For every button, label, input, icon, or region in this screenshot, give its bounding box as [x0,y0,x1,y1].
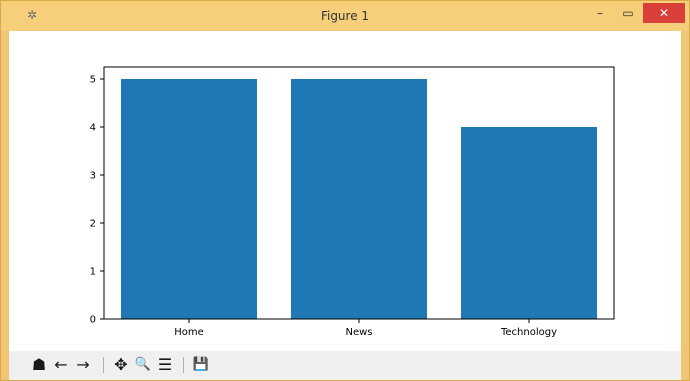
x-tick-label: Home [174,327,204,338]
y-tick-label: 5 [90,75,96,86]
figure-window: ✲ Figure 1 – ▭ ✕ Home News Technology 0 1 2 3 4… [0,0,690,381]
bar-technology [461,127,597,319]
y-tick-label: 3 [90,171,96,182]
zoom-icon[interactable]: 🔍 [133,355,153,375]
toolbar-separator [103,357,104,373]
x-tick-label: News [345,327,372,338]
minimize-button[interactable]: – [587,3,613,23]
maximize-button[interactable]: ▭ [615,3,641,23]
close-button[interactable]: ✕ [643,3,685,23]
bar-chart: Home News Technology 0 1 2 3 4 5 [90,66,615,338]
y-tick-label: 4 [90,123,96,134]
y-tick-label: 1 [90,267,96,278]
figure-canvas: Home News Technology 0 1 2 3 4 5 [9,31,681,351]
y-tick-label: 2 [90,219,96,230]
forward-arrow-icon[interactable]: → [73,355,93,375]
pan-icon[interactable]: ✥ [111,355,131,375]
save-icon[interactable]: 💾 [191,355,211,375]
x-tick-label: Technology [500,327,557,338]
navigation-toolbar: ☗ ← → ✥ 🔍 ☰ 💾 [9,351,681,380]
y-tick-label: 0 [90,315,96,326]
back-arrow-icon[interactable]: ← [51,355,71,375]
home-icon[interactable]: ☗ [29,355,49,375]
toolbar-separator [183,357,184,373]
title-bar[interactable]: ✲ Figure 1 – ▭ ✕ [1,1,689,31]
bar-news [291,79,427,319]
bar-home [121,79,257,319]
configure-subplots-icon[interactable]: ☰ [155,355,175,375]
window-title: Figure 1 [320,9,370,23]
